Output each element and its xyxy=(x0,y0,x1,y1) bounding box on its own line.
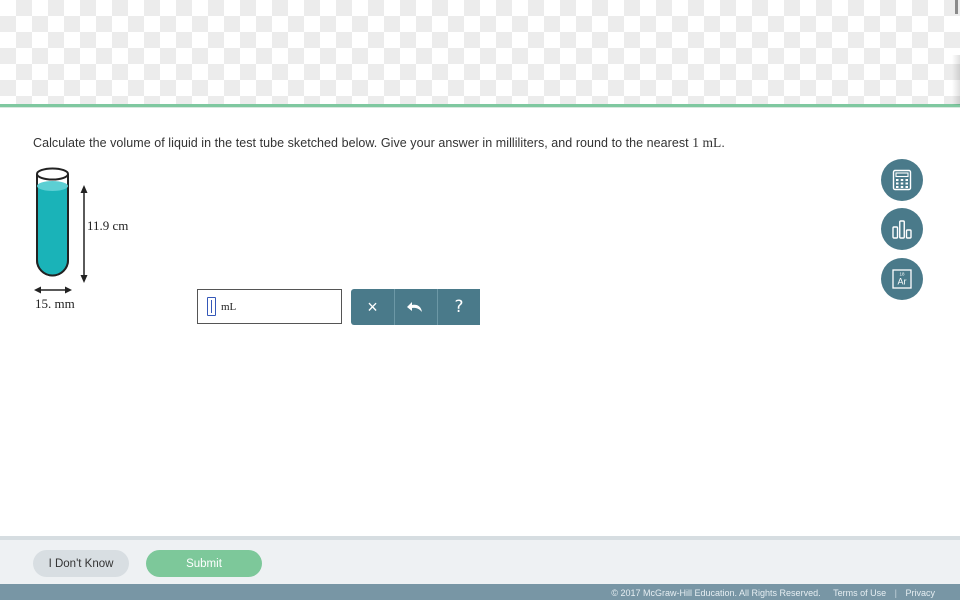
liquid-surface xyxy=(37,181,68,191)
calculator-icon xyxy=(892,169,912,191)
answer-toolbar: × ? xyxy=(351,289,483,325)
test-tube-mouth xyxy=(36,167,69,181)
bar-chart-icon xyxy=(892,220,912,239)
submit-button[interactable]: Submit xyxy=(146,550,262,577)
question-text-main: Calculate the volume of liquid in the te… xyxy=(33,136,693,150)
input-placeholder-box[interactable] xyxy=(207,297,216,316)
scroll-shadow xyxy=(952,55,960,105)
footer-text: © 2017 McGraw-Hill Education. All Rights… xyxy=(605,588,935,598)
test-tube-liquid xyxy=(36,185,69,277)
answer-unit: mL xyxy=(221,301,237,313)
header-background xyxy=(0,0,960,104)
dont-know-button[interactable]: I Don't Know xyxy=(33,550,129,577)
footer: © 2017 McGraw-Hill Education. All Rights… xyxy=(0,584,960,600)
answer-input[interactable]: mL xyxy=(197,289,342,324)
width-label: 15. mm xyxy=(35,296,75,311)
footer-separator: | xyxy=(894,588,897,598)
copyright-text: © 2017 McGraw-Hill Education. All Rights… xyxy=(611,588,821,598)
help-icon: ? xyxy=(454,297,464,317)
height-label: 11.9 cm xyxy=(87,218,129,233)
close-icon: × xyxy=(367,296,378,317)
bottom-action-bar xyxy=(0,536,960,584)
calculator-button[interactable] xyxy=(881,159,923,201)
question-text: Calculate the volume of liquid in the te… xyxy=(33,135,725,151)
undo-button[interactable] xyxy=(394,289,437,325)
height-arrow-top xyxy=(80,185,88,193)
header-divider-shadow xyxy=(0,107,960,108)
periodic-table-button[interactable]: 18 Ar xyxy=(881,258,923,300)
terms-link[interactable]: Terms of Use xyxy=(833,588,886,598)
clear-button[interactable]: × xyxy=(351,289,394,325)
test-tube-diagram: 11.9 cm 15. mm xyxy=(28,160,158,320)
height-arrow-bottom xyxy=(80,275,88,283)
privacy-link[interactable]: Privacy xyxy=(905,588,935,598)
text-cursor xyxy=(211,300,212,313)
undo-icon xyxy=(407,302,422,312)
width-arrow-left xyxy=(34,286,41,294)
width-arrow-right xyxy=(65,286,72,294)
data-button[interactable] xyxy=(881,208,923,250)
help-button[interactable]: ? xyxy=(437,289,480,325)
question-text-end: . xyxy=(721,136,725,150)
scrollbar-thumb[interactable] xyxy=(955,0,958,14)
question-round-value: 1 mL xyxy=(692,135,722,150)
periodic-table-icon: 18 Ar xyxy=(892,269,912,289)
periodic-symbol: Ar xyxy=(898,277,907,287)
